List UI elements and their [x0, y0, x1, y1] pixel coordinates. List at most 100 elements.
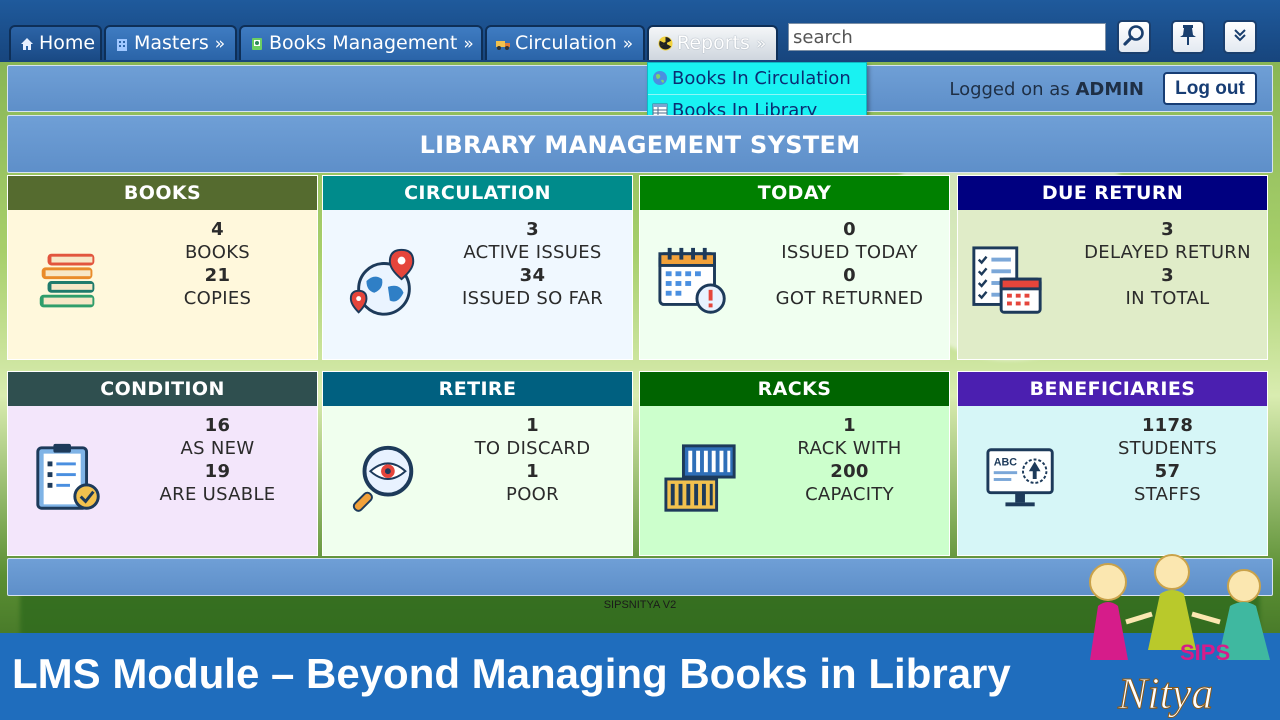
tab-reports-label: Reports: [677, 32, 750, 54]
stat-value: 16: [204, 415, 231, 436]
logged-on-user: ADMIN: [1075, 79, 1144, 100]
card-body: 0 ISSUED TODAY 0 GOT RETURNED: [640, 210, 949, 359]
logout-button[interactable]: Log out: [1163, 72, 1257, 105]
menu-item-label: Books In Circulation: [672, 68, 851, 89]
stat-value: 19: [204, 461, 231, 482]
search-button[interactable]: [1117, 20, 1151, 54]
books-stack-icon: [39, 253, 95, 308]
table-icon: [652, 97, 668, 117]
card-body: 16 AS NEW 19 ARE USABLE: [8, 406, 317, 555]
tab-home-label: Home: [39, 32, 96, 54]
card-header: RETIRE: [323, 372, 632, 406]
tab-masters-label: Masters: [134, 32, 209, 54]
stat-label: AS NEW: [180, 438, 255, 459]
card-stats: 1 TO DISCARD 1 POOR: [433, 414, 632, 506]
card-stats: 3 ACTIVE ISSUES 34 ISSUED SO FAR: [433, 218, 632, 310]
monitor-abc-icon: ABC: [986, 448, 1054, 507]
card-body: 3 DELAYED RETURN 3 IN TOTAL: [958, 210, 1267, 359]
stat-label: COPIES: [183, 288, 252, 309]
banner-caption: LMS Module – Beyond Managing Books in Li…: [12, 650, 1011, 697]
stat-value: 1178: [1141, 415, 1194, 436]
card-beneficiaries[interactable]: BENEFICIARIES ABC 1178 STUDENTS 57 STAFF…: [957, 371, 1268, 556]
card-retire[interactable]: RETIRE 1 TO DISCARD 1 POOR: [322, 371, 633, 556]
card-due-return[interactable]: DUE RETURN 3 DELAYED RETURN 3 IN TOTAL: [957, 175, 1268, 360]
containers-icon: [664, 444, 736, 512]
top-navbar: Home Masters» Books Management» Circulat…: [0, 0, 1280, 62]
logged-on-prefix: Logged on as: [949, 79, 1070, 100]
svg-text:ABC: ABC: [994, 456, 1017, 468]
card-header: CIRCULATION: [323, 176, 632, 210]
stat-value: 0: [843, 265, 856, 286]
truck-icon: [495, 37, 511, 53]
tab-circulation[interactable]: Circulation»: [485, 25, 645, 60]
stat-value: 21: [204, 265, 231, 286]
stat-label: POOR: [506, 484, 559, 505]
stat-label: ISSUED TODAY: [781, 242, 918, 263]
chevron-double-right-icon: »: [755, 34, 767, 54]
book-icon: [249, 37, 265, 53]
page-title: LIBRARY MANAGEMENT SYSTEM: [419, 131, 861, 159]
stat-label: DELAYED RETURN: [1084, 242, 1251, 263]
tab-masters[interactable]: Masters»: [104, 25, 237, 60]
logo-word-sips: SIPS: [1180, 640, 1230, 665]
stat-label: RACK WITH: [797, 438, 902, 459]
card-circulation[interactable]: CIRCULATION 3 ACTIVE ISSUES 34 ISSUED SO…: [322, 175, 633, 360]
tab-circulation-label: Circulation: [515, 32, 617, 54]
card-stats: 1 RACK WITH 200 CAPACITY: [750, 414, 949, 506]
stat-label: STAFFS: [1134, 484, 1201, 505]
card-stats: 0 ISSUED TODAY 0 GOT RETURNED: [750, 218, 949, 310]
collapse-button[interactable]: [1223, 20, 1257, 54]
card-stats: 4 BOOKS 21 COPIES: [118, 218, 317, 310]
session-bar: Logged on as ADMIN: [7, 65, 1273, 112]
card-header: BENEFICIARIES: [958, 372, 1267, 406]
logged-on-text: Logged on as ADMIN: [949, 79, 1144, 100]
sips-nitya-logo: SIPS Nitya: [1089, 554, 1270, 719]
pin-button[interactable]: [1171, 20, 1205, 54]
checklist-calendar-icon: [972, 246, 1042, 314]
card-header: RACKS: [640, 372, 949, 406]
stat-value: 4: [211, 219, 224, 240]
stat-value: 1: [526, 461, 539, 482]
card-body: 3 ACTIVE ISSUES 34 ISSUED SO FAR: [323, 210, 632, 359]
logo-word-nitya: Nitya: [1117, 669, 1213, 718]
card-body: ABC 1178 STUDENTS 57 STAFFS: [958, 406, 1267, 555]
building-icon: [114, 37, 130, 53]
stat-value: 1: [843, 415, 856, 436]
tab-reports[interactable]: Reports»: [647, 25, 778, 60]
card-body: 4 BOOKS 21 COPIES: [8, 210, 317, 359]
stat-value: 0: [843, 219, 856, 240]
stat-label: STUDENTS: [1117, 438, 1218, 459]
chevron-double-right-icon: »: [622, 34, 634, 54]
tab-books-management[interactable]: Books Management»: [239, 25, 483, 60]
menu-item-books-in-circulation[interactable]: Books In Circulation: [648, 63, 866, 94]
card-stats: 16 AS NEW 19 ARE USABLE: [118, 414, 317, 506]
stat-value: 200: [830, 461, 869, 482]
search-icon: [1122, 23, 1146, 51]
chevron-double-right-icon: »: [463, 34, 474, 54]
card-stats: 3 DELAYED RETURN 3 IN TOTAL: [1068, 218, 1267, 310]
card-header: CONDITION: [8, 372, 317, 406]
globe-icon: [652, 65, 668, 85]
tab-home[interactable]: Home: [9, 25, 102, 60]
search-input[interactable]: [788, 23, 1106, 51]
card-books[interactable]: BOOKS 4 BOOKS 21 COPIES: [7, 175, 318, 360]
home-icon: [19, 37, 35, 53]
stat-label: GOT RETURNED: [775, 288, 924, 309]
radiation-icon: [657, 36, 673, 52]
stat-label: CAPACITY: [805, 484, 894, 505]
stat-label: TO DISCARD: [474, 438, 591, 459]
card-header: DUE RETURN: [958, 176, 1267, 210]
card-condition[interactable]: CONDITION 16 AS NEW 19 ARE USABLE: [7, 371, 318, 556]
title-bar: LIBRARY MANAGEMENT SYSTEM: [7, 115, 1273, 173]
calendar-alert-icon: [658, 247, 726, 314]
clipboard-check-icon: [36, 443, 100, 510]
card-header: TODAY: [640, 176, 949, 210]
card-today[interactable]: TODAY 0 ISSUED TODAY 0 GOT RETURNED: [639, 175, 950, 360]
card-racks[interactable]: RACKS 1 RACK WITH 200 CAPACITY: [639, 371, 950, 556]
stat-label: ISSUED SO FAR: [461, 288, 604, 309]
stat-value: 3: [1161, 219, 1174, 240]
stat-label: ACTIVE ISSUES: [463, 242, 602, 263]
chevron-double-down-icon: [1230, 25, 1250, 49]
stat-label: BOOKS: [184, 242, 251, 263]
card-body: 1 RACK WITH 200 CAPACITY: [640, 406, 949, 555]
